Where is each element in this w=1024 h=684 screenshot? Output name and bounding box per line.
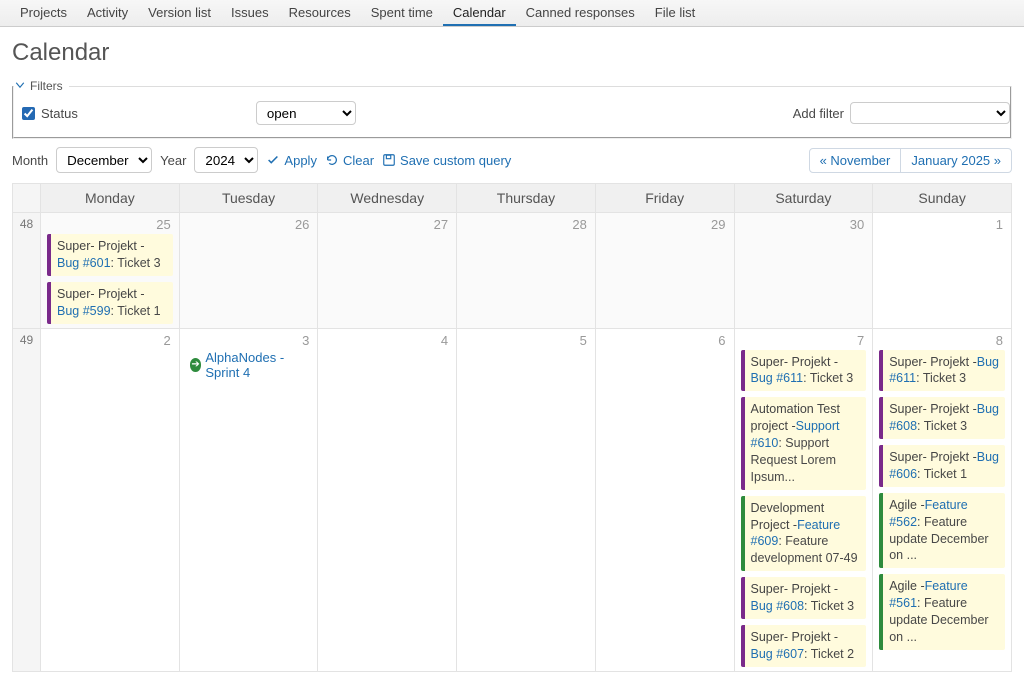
- calendar-day[interactable]: 3➔AlphaNodes - Sprint 4: [179, 328, 318, 671]
- calendar-day[interactable]: 8Super- Projekt -Bug #611: Ticket 3 Super…: [873, 328, 1012, 671]
- calendar-day[interactable]: 2: [41, 328, 180, 671]
- save-icon: [382, 153, 396, 167]
- chevron-down-icon: [14, 79, 28, 93]
- year-label: Year: [160, 153, 186, 168]
- weekday-header: Tuesday: [179, 184, 318, 213]
- month-select[interactable]: December: [56, 147, 152, 173]
- filters-toggle[interactable]: Filters: [14, 79, 69, 93]
- status-label: Status: [41, 106, 78, 121]
- day-number: 5: [457, 329, 595, 350]
- apply-button[interactable]: Apply: [266, 153, 317, 168]
- calendar-day[interactable]: 28: [457, 213, 596, 329]
- calendar-event[interactable]: Super- Projekt -Bug #599: Ticket 1: [47, 282, 173, 324]
- save-query-button[interactable]: Save custom query: [382, 153, 511, 168]
- arrow-icon: ➔: [190, 358, 202, 372]
- page-title: Calendar: [12, 39, 1012, 67]
- calendar-event[interactable]: Super- Projekt -Bug #606: Ticket 1: [879, 445, 1005, 487]
- tab-issues[interactable]: Issues: [221, 0, 279, 26]
- status-checkbox[interactable]: [22, 107, 35, 120]
- weekday-header: Friday: [595, 184, 734, 213]
- tab-canned-responses[interactable]: Canned responses: [516, 0, 645, 26]
- calendar-day[interactable]: 1: [873, 213, 1012, 329]
- calendar-event[interactable]: Super- Projekt -Bug #608: Ticket 3: [741, 577, 867, 619]
- calendar-toolbar: Month December Year 2024 Apply Clear Sav…: [0, 147, 1024, 183]
- day-number: 2: [41, 329, 179, 350]
- calendar-day[interactable]: 29: [595, 213, 734, 329]
- filters-label: Filters: [30, 79, 63, 93]
- clear-button[interactable]: Clear: [325, 153, 374, 168]
- calendar-day[interactable]: 7Super- Projekt -Bug #611: Ticket 3 Autom…: [734, 328, 873, 671]
- check-icon: [266, 153, 280, 167]
- tab-file-list[interactable]: File list: [645, 0, 705, 26]
- calendar-day[interactable]: 27: [318, 213, 457, 329]
- status-operator-select[interactable]: open: [256, 101, 356, 125]
- day-number: 27: [318, 213, 456, 234]
- calendar-event[interactable]: Development Project -Feature #609: Featu…: [741, 496, 867, 572]
- status-filter[interactable]: Status: [22, 106, 78, 121]
- day-number: 26: [180, 213, 318, 234]
- week-number: 48: [13, 213, 41, 329]
- day-number: 1: [873, 213, 1011, 234]
- year-select[interactable]: 2024: [194, 147, 258, 173]
- calendar-event[interactable]: Agile -Feature #562: Feature update Dece…: [879, 493, 1005, 569]
- weekday-header: Wednesday: [318, 184, 457, 213]
- add-filter-label: Add filter: [793, 106, 844, 121]
- calendar-event[interactable]: Automation Test project -Support #610: S…: [741, 397, 867, 489]
- next-month-button[interactable]: January 2025 »: [901, 148, 1012, 173]
- tab-resources[interactable]: Resources: [279, 0, 361, 26]
- tab-activity[interactable]: Activity: [77, 0, 138, 26]
- add-filter-select[interactable]: [850, 102, 1010, 124]
- day-number: 25: [41, 213, 179, 234]
- calendar-day[interactable]: 30: [734, 213, 873, 329]
- calendar-event[interactable]: Super- Projekt -Bug #601: Ticket 3: [47, 234, 173, 276]
- week-number: 49: [13, 328, 41, 671]
- calendar-event[interactable]: Super- Projekt -Bug #611: Ticket 3: [741, 350, 867, 392]
- weekday-header: Sunday: [873, 184, 1012, 213]
- weekday-header: Monday: [41, 184, 180, 213]
- weekday-header: Saturday: [734, 184, 873, 213]
- calendar-day[interactable]: 25Super- Projekt -Bug #601: Ticket 3 Supe…: [41, 213, 180, 329]
- tab-version-list[interactable]: Version list: [138, 0, 221, 26]
- refresh-icon: [325, 153, 339, 167]
- weekday-header: Thursday: [457, 184, 596, 213]
- calendar-day[interactable]: 4: [318, 328, 457, 671]
- day-number: 6: [596, 329, 734, 350]
- top-nav: ProjectsActivityVersion listIssuesResour…: [0, 0, 1024, 27]
- filters-fieldset: Filters Status open Add filter: [12, 79, 1012, 139]
- day-number: 29: [596, 213, 734, 234]
- day-number: 8: [873, 329, 1011, 350]
- filters-row: Status open Add filter: [14, 93, 1010, 137]
- tab-spent-time[interactable]: Spent time: [361, 0, 443, 26]
- version-link[interactable]: ➔AlphaNodes - Sprint 4: [186, 350, 312, 380]
- tab-calendar[interactable]: Calendar: [443, 0, 516, 26]
- calendar-event[interactable]: Super- Projekt -Bug #608: Ticket 3: [879, 397, 1005, 439]
- day-number: 7: [735, 329, 873, 350]
- tab-projects[interactable]: Projects: [10, 0, 77, 26]
- day-number: 3: [180, 329, 318, 350]
- month-label: Month: [12, 153, 48, 168]
- month-nav: « November January 2025 »: [809, 148, 1012, 173]
- calendar-event[interactable]: Agile -Feature #561: Feature update Dece…: [879, 574, 1005, 650]
- calendar-day[interactable]: 26: [179, 213, 318, 329]
- calendar-event[interactable]: Super- Projekt -Bug #607: Ticket 2: [741, 625, 867, 667]
- calendar-day[interactable]: 6: [595, 328, 734, 671]
- day-number: 30: [735, 213, 873, 234]
- calendar-event[interactable]: Super- Projekt -Bug #611: Ticket 3: [879, 350, 1005, 392]
- calendar-day[interactable]: 5: [457, 328, 596, 671]
- prev-month-button[interactable]: « November: [809, 148, 902, 173]
- day-number: 4: [318, 329, 456, 350]
- content-area: Calendar Filters Status open Add filter: [0, 27, 1024, 147]
- day-number: 28: [457, 213, 595, 234]
- calendar: MondayTuesdayWednesdayThursdayFridaySatu…: [0, 183, 1024, 684]
